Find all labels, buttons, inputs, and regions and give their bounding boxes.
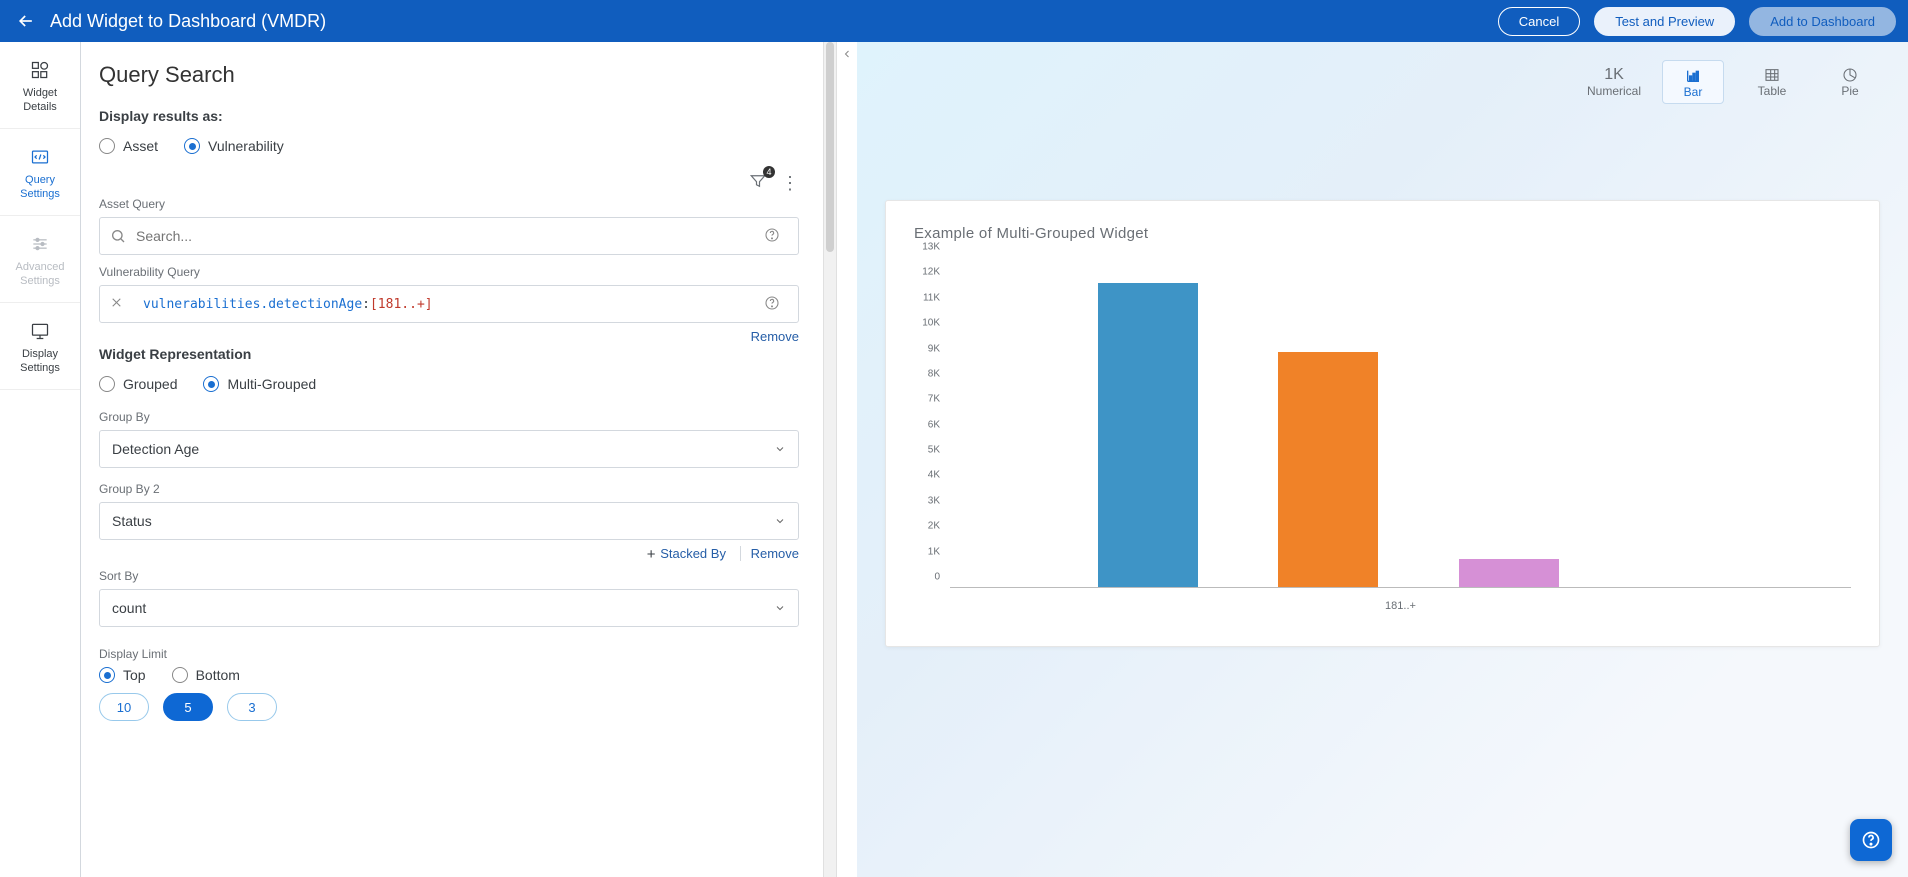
chart-card: Example of Multi-Grouped Widget 0 1K 2K 3K 4…	[885, 200, 1880, 647]
y-axis-tick: 5K	[928, 445, 940, 456]
limit-pill-3[interactable]: 3	[227, 693, 277, 721]
radio-top[interactable]: Top	[99, 667, 146, 683]
limit-pill-10[interactable]: 10	[99, 693, 149, 721]
y-axis-tick: 11K	[923, 292, 940, 303]
y-axis-tick: 4K	[928, 470, 940, 481]
y-axis-tick: 3K	[928, 495, 940, 506]
nav-advanced-settings: Advanced Settings	[0, 216, 80, 303]
query-settings-icon	[29, 147, 51, 167]
preview-pane: 1K Numerical Bar Table Pie	[857, 42, 1908, 877]
filter-badge: 4	[763, 166, 775, 178]
nav-display-settings[interactable]: Display Settings	[0, 303, 80, 390]
chevron-down-icon	[774, 515, 786, 527]
groupby2-select[interactable]: Status	[99, 502, 799, 540]
chevron-down-icon	[774, 443, 786, 455]
vuln-query-label: Vulnerability Query	[99, 265, 799, 279]
nav-query-settings[interactable]: Query Settings	[0, 129, 80, 216]
help-fab[interactable]	[1850, 819, 1892, 861]
y-axis-tick: 1K	[928, 546, 940, 557]
display-settings-icon	[29, 321, 51, 341]
back-button[interactable]	[12, 7, 40, 35]
test-preview-button[interactable]: Test and Preview	[1594, 7, 1735, 36]
cancel-button[interactable]: Cancel	[1498, 7, 1580, 36]
y-axis-tick: 2K	[928, 521, 940, 532]
asset-query-label: Asset Query	[99, 197, 799, 211]
advanced-settings-icon	[29, 234, 51, 254]
groupby-label: Group By	[99, 410, 799, 424]
displaylimit-label: Display Limit	[99, 647, 799, 661]
bar-chart-icon	[1684, 67, 1702, 85]
section-heading: Query Search	[99, 62, 799, 88]
more-menu-icon[interactable]: ⋮	[781, 178, 799, 188]
asset-query-input[interactable]	[99, 217, 799, 255]
view-tab-numerical[interactable]: 1K Numerical	[1584, 60, 1644, 104]
remove-vuln-query-link[interactable]: Remove	[751, 329, 799, 344]
add-to-dashboard-button: Add to Dashboard	[1749, 7, 1896, 36]
display-as-label: Display results as:	[99, 108, 799, 124]
y-axis-tick: 7K	[928, 394, 940, 405]
chart-bar	[1098, 283, 1198, 587]
search-icon	[110, 228, 126, 244]
chevron-down-icon	[774, 602, 786, 614]
vuln-query-input[interactable]: vulnerabilities.detectionAge:[181..+]	[99, 285, 799, 323]
groupby2-label: Group By 2	[99, 482, 799, 496]
radio-vulnerability[interactable]: Vulnerability	[184, 138, 284, 154]
chart-x-label: 181..+	[950, 600, 1851, 612]
page-title: Add Widget to Dashboard (VMDR)	[50, 11, 326, 32]
radio-multi-grouped[interactable]: Multi-Grouped	[203, 376, 316, 392]
view-tab-bar[interactable]: Bar	[1662, 60, 1724, 104]
y-axis-tick: 0	[934, 572, 940, 583]
table-icon	[1763, 66, 1781, 84]
stacked-by-link[interactable]: Stacked By	[660, 546, 726, 561]
plus-icon: +	[647, 546, 656, 563]
y-axis-tick: 13K	[922, 242, 940, 253]
widget-details-icon	[29, 60, 51, 80]
filter-icon[interactable]: 4	[749, 172, 767, 193]
y-axis-tick: 10K	[922, 318, 940, 329]
view-tab-table[interactable]: Table	[1742, 60, 1802, 104]
y-axis-tick: 9K	[928, 343, 940, 354]
representation-label: Widget Representation	[99, 346, 799, 362]
radio-bottom[interactable]: Bottom	[172, 667, 240, 683]
side-nav: Widget Details Query Settings Advanced S…	[0, 42, 81, 877]
groupby-select[interactable]: Detection Age	[99, 430, 799, 468]
sortby-select[interactable]: count	[99, 589, 799, 627]
y-axis-tick: 12K	[922, 267, 940, 278]
view-tab-pie[interactable]: Pie	[1820, 60, 1880, 104]
y-axis-tick: 6K	[928, 419, 940, 430]
form-pane: Query Search Display results as: Asset V…	[81, 42, 823, 877]
collapse-preview-button[interactable]	[837, 42, 857, 877]
remove-groupby2-link[interactable]: Remove	[751, 546, 799, 561]
pie-chart-icon	[1841, 66, 1859, 84]
help-icon[interactable]	[764, 295, 788, 314]
clear-query-icon[interactable]	[110, 296, 131, 312]
sortby-label: Sort By	[99, 569, 799, 583]
query-expression: vulnerabilities.detectionAge:[181..+]	[143, 297, 433, 312]
nav-widget-details[interactable]: Widget Details	[0, 42, 80, 129]
chart-title: Example of Multi-Grouped Widget	[914, 225, 1851, 242]
help-icon[interactable]	[764, 227, 788, 246]
y-axis-tick: 8K	[928, 368, 940, 379]
chart-bar	[1459, 559, 1559, 587]
limit-pills: 10 5 3	[99, 693, 799, 721]
chart-bar	[1278, 352, 1378, 587]
numerical-icon: 1K	[1604, 66, 1624, 84]
radio-grouped[interactable]: Grouped	[99, 376, 177, 392]
limit-pill-5[interactable]: 5	[163, 693, 213, 721]
scrollbar[interactable]	[823, 42, 837, 877]
radio-asset[interactable]: Asset	[99, 138, 158, 154]
